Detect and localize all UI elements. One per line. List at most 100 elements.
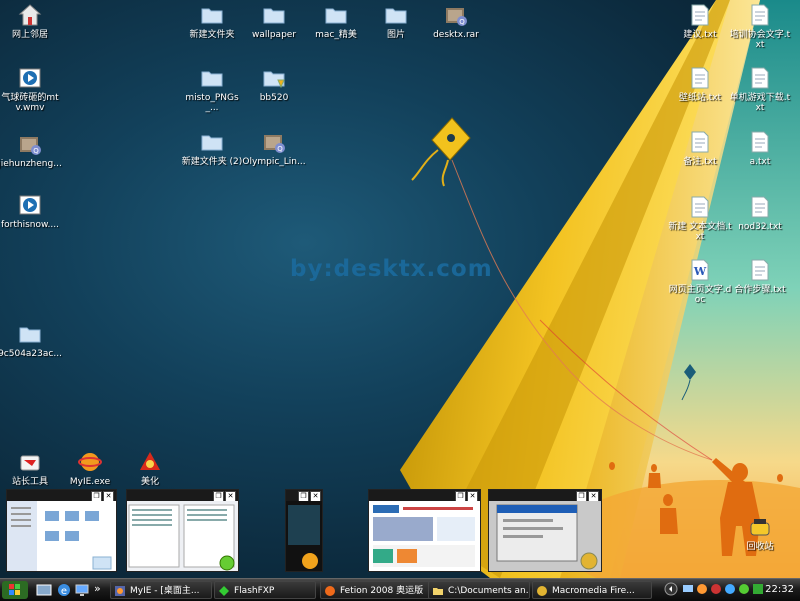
- desktop-icon-forthisnow[interactable]: forthisnow....: [0, 193, 62, 230]
- thumbnail-browser-window[interactable]: ❐ ✕: [368, 489, 481, 572]
- desktop-icon-myie[interactable]: MyIE.exe: [58, 450, 122, 487]
- folder-icon: [201, 135, 223, 151]
- desktop-icon-webpage-doc[interactable]: W 网页主页文字.doc: [668, 258, 732, 305]
- taskbar-button-flashfxp[interactable]: FlashFXP: [214, 581, 316, 599]
- desktop-icon-meihua[interactable]: 美化: [118, 450, 182, 487]
- desktop-icon-label: nod32.txt: [738, 222, 782, 232]
- desktop-icon-label: a.txt: [749, 157, 771, 167]
- taskbar-button-label: Macromedia Fire...: [552, 586, 635, 596]
- taskbar-button-fireworks[interactable]: Macromedia Fire...: [532, 581, 652, 599]
- text-file-icon: [751, 67, 769, 89]
- svg-text:W: W: [693, 265, 707, 278]
- desktop-icon-hezuo[interactable]: 合作步骤.txt: [728, 258, 792, 295]
- desktop-icon-olympic[interactable]: Q Olympic_Lin...: [242, 130, 306, 167]
- desktop-icon-bb520[interactable]: bb520: [242, 66, 306, 103]
- desktop-icon-nod32[interactable]: nod32.txt: [728, 195, 792, 232]
- archive-icon: Q: [20, 137, 41, 155]
- desktop-icon-beizhu[interactable]: 备注.txt: [668, 130, 732, 167]
- desktop-icon-label: forthisnow....: [1, 220, 59, 230]
- taskbar-button-label: Fetion 2008 奥运版: [340, 586, 424, 596]
- fireworks-icon: [537, 586, 547, 596]
- desktop-icon-label: 合作步骤.txt: [734, 285, 786, 295]
- folder-icon: [201, 8, 223, 24]
- text-file-icon: [751, 131, 769, 153]
- start-button[interactable]: [2, 581, 28, 599]
- taskbar-button-label: MyIE - [桌面主...: [130, 586, 200, 596]
- text-file-icon: [751, 259, 769, 281]
- fetion-tray-icon[interactable]: [696, 583, 708, 595]
- network-tray-icon[interactable]: [682, 583, 694, 595]
- svg-text:e: e: [61, 586, 67, 597]
- desktop-icon-label: Olympic_Lin...: [242, 157, 306, 167]
- desktop-icon-jiehunzheng[interactable]: Q jiehunzheng...: [0, 132, 62, 169]
- toolbox-icon: [20, 455, 40, 471]
- browser-icon: [115, 586, 125, 596]
- desktop-icon-jianyi[interactable]: 建议.txt: [668, 3, 732, 40]
- desktop-icon-label: mac_精美: [315, 30, 357, 40]
- svg-text:Q: Q: [277, 145, 283, 153]
- desktop-icon-misto[interactable]: misto_PNGs_...: [180, 66, 244, 113]
- thumbnail-flashfxp-window[interactable]: ❐ ✕: [126, 489, 239, 572]
- text-file-icon: [691, 131, 709, 153]
- taskbar-button-label: FlashFXP: [234, 586, 275, 596]
- desktop-icon-new-folder-2[interactable]: 新建文件夹 (2): [180, 130, 244, 167]
- wallpaper-watermark: by:desktx.com: [290, 256, 493, 282]
- desktop: by:desktx.com 网上邻居 气球砖砸的mtv.wmv Q jiehun…: [0, 0, 800, 578]
- thumbnail-fireworks-window[interactable]: ❐ ✕: [488, 489, 602, 572]
- clock[interactable]: 22:32: [765, 584, 794, 595]
- antivirus-tray-icon[interactable]: [710, 583, 722, 595]
- thumbnail-explorer-window[interactable]: ❐ ✕: [6, 489, 117, 572]
- desktop-icon-label: 9c504a23ac...: [0, 349, 62, 359]
- desktop-icon-network[interactable]: 网上邻居: [0, 3, 62, 40]
- flashfxp-tray-icon[interactable]: [738, 583, 750, 595]
- desktop-icon-danji[interactable]: 单机游戏下载.txt: [728, 66, 792, 113]
- folder-icon: [325, 8, 347, 24]
- archive-icon: Q: [264, 135, 285, 153]
- network-icon: [18, 4, 42, 26]
- desktop-icon-mac[interactable]: mac_精美: [304, 3, 368, 40]
- svg-text:Q: Q: [33, 147, 39, 155]
- desktop-icon-label: 培训协会文字.txt: [729, 30, 791, 50]
- taskbar-button-fetion[interactable]: Fetion 2008 奥运版: [320, 581, 432, 599]
- desktop-icon-pictures[interactable]: 图片: [364, 3, 428, 40]
- quicklaunch-more-button[interactable]: »: [94, 582, 101, 595]
- desktop-icon-a-txt[interactable]: a.txt: [728, 130, 792, 167]
- desktop-icon-label: 单机游戏下载.txt: [729, 93, 791, 113]
- volume-tray-icon[interactable]: [752, 583, 764, 595]
- media-file-icon: [19, 195, 41, 215]
- desktop-icon-mtv[interactable]: 气球砖砸的mtv.wmv: [0, 66, 62, 113]
- media-file-icon: [19, 68, 41, 88]
- show-desktop-icon[interactable]: [36, 582, 52, 598]
- desktop-icon-new-text[interactable]: 新建 文本文档.txt: [668, 195, 732, 242]
- desktop-icon-label: 备注.txt: [683, 157, 717, 167]
- desktop-icon-zhanzhang[interactable]: 站长工具: [0, 450, 62, 487]
- desktop-icon-bizhi[interactable]: 壁纸站.txt: [668, 66, 732, 103]
- internet-explorer-icon[interactable]: e: [56, 582, 72, 598]
- taskbar-button-documents[interactable]: C:\Documents an...: [428, 581, 530, 599]
- desktop-icon-label: 图片: [386, 30, 405, 40]
- desktop-icon-label: MyIE.exe: [69, 477, 111, 487]
- desktop-icon-label: bb520: [259, 93, 289, 103]
- folder-icon: [201, 71, 223, 87]
- folder-icon: [433, 588, 443, 595]
- desktop-icon-label: 建议.txt: [683, 30, 717, 40]
- flashfxp-icon: [219, 586, 229, 596]
- thumbnail-fetion-window[interactable]: ❐ ✕: [285, 489, 323, 572]
- taskbar: e » MyIE - [桌面主... FlashFXP Fetion 2008 …: [0, 578, 800, 601]
- thumbnail-preview: [7, 501, 116, 571]
- desktop-icon-desktx-rar[interactable]: Q desktx.rar: [424, 3, 488, 40]
- desktop-icon-label: 壁纸站.txt: [678, 93, 722, 103]
- desktop-icon-wallpaper[interactable]: wallpaper: [242, 3, 306, 40]
- text-file-icon: [691, 4, 709, 26]
- desktop-icon-9c504a[interactable]: 9c504a23ac...: [0, 322, 62, 359]
- monitor-icon[interactable]: [74, 582, 90, 598]
- thumbnail-titlebar: ❐ ✕: [7, 490, 116, 502]
- qq-tray-icon[interactable]: [724, 583, 736, 595]
- desktop-icon-recycle-bin[interactable]: 回收站: [728, 515, 792, 552]
- desktop-icon-peixun[interactable]: 培训协会文字.txt: [728, 3, 792, 50]
- tray-expand-icon[interactable]: [664, 582, 678, 596]
- archive-icon: Q: [446, 8, 467, 26]
- browser-icon: [78, 453, 102, 471]
- desktop-icon-new-folder[interactable]: 新建文件夹: [180, 3, 244, 40]
- taskbar-button-myie[interactable]: MyIE - [桌面主...: [110, 581, 212, 599]
